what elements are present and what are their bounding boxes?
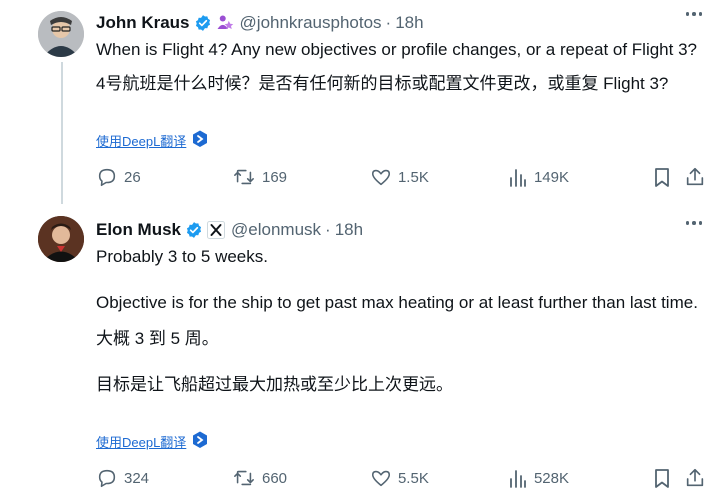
retweet-icon: [232, 467, 256, 489]
timestamp[interactable]: 18h: [335, 220, 363, 240]
share-button[interactable]: [684, 166, 706, 188]
verified-icon: [194, 14, 212, 32]
bookmark-icon: [652, 467, 672, 489]
tweet-text-zh: 4号航班是什么时候？是否有任何新的目标或配置文件更改，或重复 Flight 3?: [96, 74, 669, 93]
retweet-button[interactable]: 660: [232, 467, 370, 489]
tweet-text-en-2: Objective is for the ship to get past ma…: [96, 293, 698, 312]
x-logo-icon[interactable]: [207, 221, 226, 239]
views-button[interactable]: 149K: [508, 166, 638, 188]
timestamp[interactable]: 18h: [395, 13, 423, 33]
views-icon: [508, 166, 528, 188]
author-handle[interactable]: @johnkrausphotos: [240, 13, 382, 33]
share-icon: [684, 467, 706, 489]
deepl-translate-link[interactable]: 使用DeepL翻译: [96, 130, 208, 151]
deepl-translate-link[interactable]: 使用DeepL翻译: [96, 431, 208, 452]
avatar[interactable]: [38, 11, 84, 57]
retweet-icon: [232, 166, 256, 188]
reply-count: 324: [124, 469, 150, 487]
author-name[interactable]: John Kraus: [96, 13, 190, 33]
tweet-text-en: When is Flight 4? Any new objectives or …: [96, 40, 697, 59]
translate-label[interactable]: 使用DeepL翻译: [96, 131, 186, 150]
views-icon: [508, 467, 528, 489]
share-button[interactable]: [684, 467, 706, 489]
tweet-text: When is Flight 4? Any new objectives or …: [96, 38, 702, 96]
tweet-text-en-1: Probably 3 to 5 weeks.: [96, 247, 268, 266]
reply-icon: [96, 467, 118, 489]
separator-dot: ·: [325, 220, 331, 239]
separator-dot: ·: [385, 13, 392, 32]
reply-button[interactable]: 324: [96, 467, 232, 489]
bookmark-icon: [652, 166, 672, 188]
tweet-text-zh-1: 大概 3 到 5 周。: [96, 329, 219, 348]
author-handle[interactable]: @elonmusk: [231, 220, 321, 240]
tweet-text-zh-2: 目标是让飞船超过最大加热或至少比上次更远。: [96, 375, 453, 394]
like-count: 1.5K: [397, 168, 429, 186]
bookmark-button[interactable]: [652, 166, 672, 188]
retweet-count: 660: [262, 469, 288, 487]
views-count: 149K: [533, 168, 569, 186]
verified-icon: [185, 221, 203, 239]
like-button[interactable]: 5.5K: [370, 467, 508, 489]
bookmark-button[interactable]: [652, 467, 672, 489]
avatar[interactable]: [38, 216, 84, 262]
thread-connector-line: [61, 62, 63, 204]
action-bar: 324 660 5.5K 528K: [96, 466, 706, 490]
more-icon[interactable]: [685, 221, 702, 225]
retweet-button[interactable]: 169: [232, 166, 370, 188]
tweet-text: Probably 3 to 5 weeks. Objective is for …: [96, 245, 702, 397]
author-name[interactable]: Elon Musk: [96, 220, 181, 240]
like-icon: [370, 166, 392, 188]
more-icon[interactable]: [685, 12, 702, 16]
views-button[interactable]: 528K: [508, 467, 638, 489]
like-count: 5.5K: [397, 469, 429, 487]
translate-label[interactable]: 使用DeepL翻译: [96, 432, 186, 451]
like-button[interactable]: 1.5K: [370, 166, 508, 188]
retweet-count: 169: [262, 168, 288, 186]
deepl-icon: [192, 130, 208, 151]
like-icon: [370, 467, 392, 489]
reply-count: 26: [124, 168, 141, 186]
deepl-icon: [192, 431, 208, 452]
reply-button[interactable]: 26: [96, 166, 232, 188]
action-bar: 26 169 1.5K 149K: [96, 165, 706, 189]
share-icon: [684, 166, 706, 188]
views-count: 528K: [533, 469, 569, 487]
reply-icon: [96, 166, 118, 188]
affiliation-icon[interactable]: [216, 14, 234, 32]
